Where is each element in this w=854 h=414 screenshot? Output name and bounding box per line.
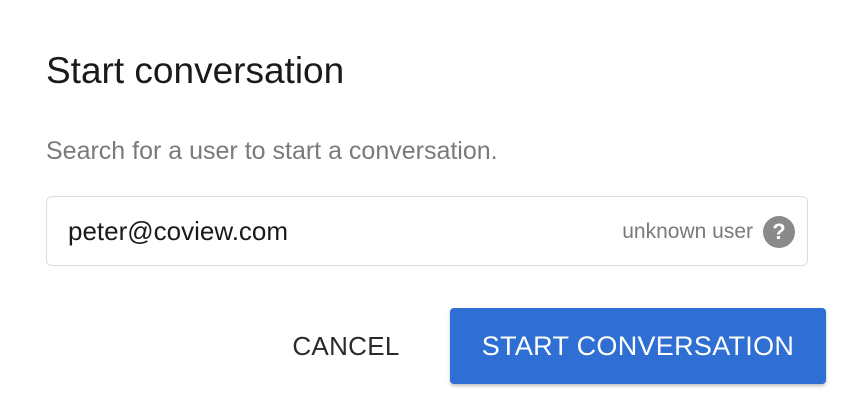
unknown-user-label: unknown user [622, 220, 753, 243]
user-search-field[interactable]: unknown user ? [46, 196, 808, 266]
start-conversation-dialog: Start conversation Search for a user to … [0, 0, 854, 414]
dialog-title: Start conversation [46, 50, 345, 91]
dialog-subtitle: Search for a user to start a conversatio… [46, 137, 498, 165]
cancel-button[interactable]: CANCEL [276, 316, 416, 376]
question-mark-icon[interactable]: ? [763, 216, 795, 248]
user-search-input[interactable] [68, 213, 548, 249]
user-status: unknown user ? [622, 215, 795, 249]
start-conversation-button[interactable]: START CONVERSATION [450, 308, 826, 384]
